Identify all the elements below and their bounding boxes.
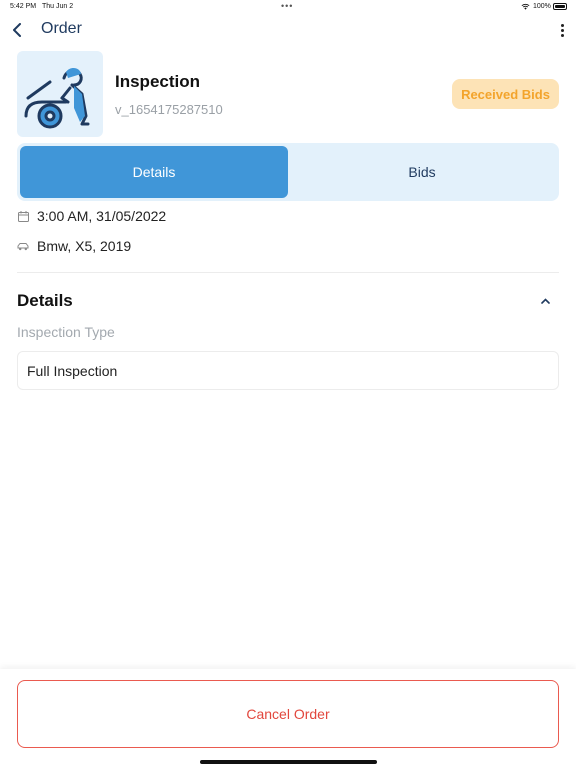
order-screen: 5:42 PM Thu Jun 2 ••• 100% Order Inspect…	[0, 0, 576, 768]
multitasking-dots-icon[interactable]: •••	[281, 1, 293, 11]
status-time: 5:42 PM	[10, 3, 37, 10]
details-section-title: Details	[17, 291, 73, 310]
divider	[17, 272, 559, 273]
tab-bids[interactable]: Bids	[288, 146, 556, 198]
status-badge: Received Bids	[452, 79, 559, 109]
cancel-order-button[interactable]: Cancel Order	[17, 680, 559, 748]
more-dot	[560, 33, 564, 37]
bottom-action-bar: Cancel Order	[0, 669, 576, 768]
battery-icon	[553, 3, 567, 10]
service-thumbnail	[17, 51, 103, 137]
order-header: Inspection v_1654175287510 Received Bids	[17, 51, 559, 137]
order-date-row: 3:00 AM, 31/05/2022	[17, 206, 557, 226]
calendar-icon	[17, 210, 29, 222]
order-datetime: 3:00 AM, 31/05/2022	[37, 208, 167, 224]
status-date: Thu Jun 2	[42, 3, 74, 10]
more-vertical-icon	[560, 23, 564, 27]
page-title: Order	[41, 20, 82, 37]
mechanic-car-icon	[24, 68, 90, 129]
collapse-section-button[interactable]	[538, 294, 552, 308]
order-id: v_1654175287510	[115, 102, 223, 117]
service-name: Inspection	[115, 72, 201, 91]
home-indicator[interactable]	[200, 760, 377, 764]
chevron-up-icon	[540, 298, 550, 304]
back-button[interactable]	[8, 20, 26, 40]
vehicle-info: Bmw, X5, 2019	[37, 238, 132, 254]
car-icon	[17, 240, 29, 252]
status-bar: 5:42 PM Thu Jun 2 ••• 100%	[0, 0, 576, 14]
more-options-button[interactable]	[555, 22, 569, 38]
battery-percent: 100%	[533, 3, 551, 10]
inspection-type-label: Inspection Type	[17, 324, 115, 340]
navigation-bar: Order	[0, 16, 576, 44]
more-dot	[560, 28, 564, 32]
wifi-icon	[521, 3, 530, 10]
inspection-type-value: Full Inspection	[17, 351, 559, 390]
tab-details[interactable]: Details	[20, 146, 288, 198]
chevron-left-icon	[13, 23, 21, 37]
vehicle-row: Bmw, X5, 2019	[17, 236, 557, 256]
tab-switcher: Details Bids	[17, 143, 559, 201]
